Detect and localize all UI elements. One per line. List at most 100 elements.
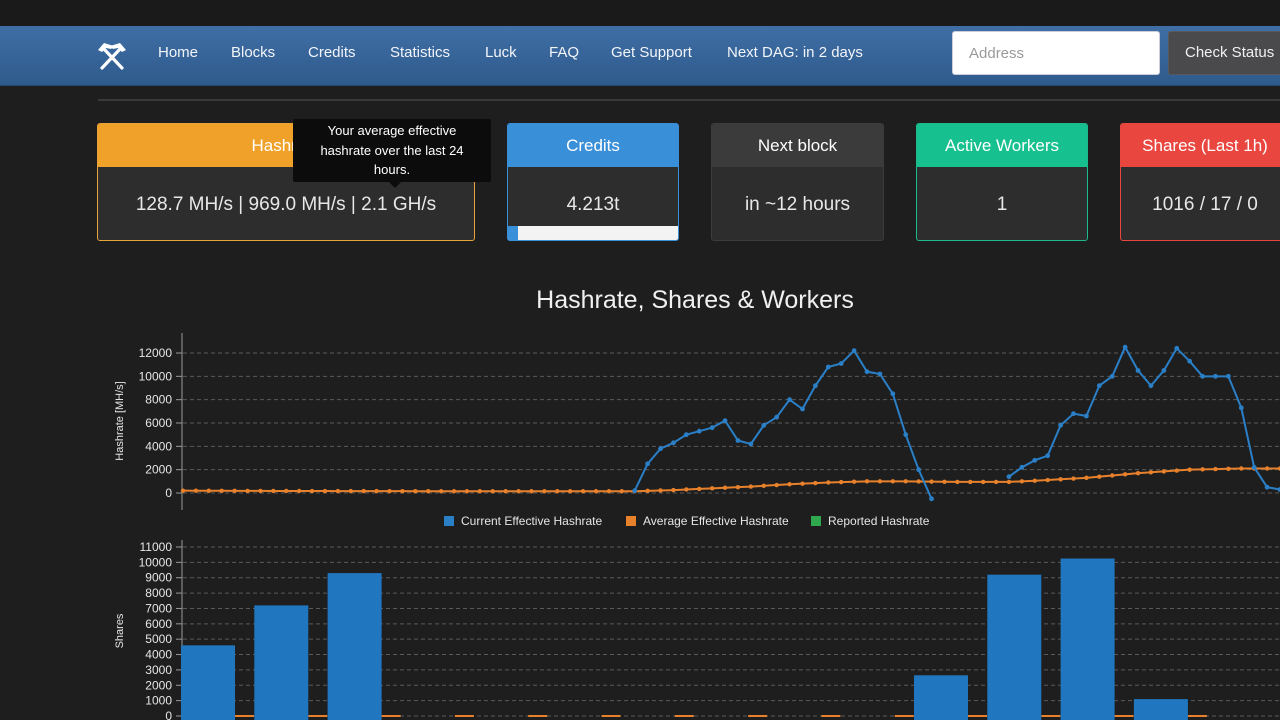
current-hashrate-point xyxy=(1084,413,1089,419)
current-hashrate-point xyxy=(1148,383,1154,389)
shares-tick-label: 7000 xyxy=(145,601,172,615)
average-hashrate-point xyxy=(709,486,715,491)
average-hashrate-point xyxy=(645,488,650,494)
shares-tick-label: 2000 xyxy=(145,678,172,692)
current-hashrate-point xyxy=(890,391,896,397)
average-hashrate-point xyxy=(361,488,366,494)
current-hashrate-point xyxy=(1213,373,1218,379)
average-hashrate-point xyxy=(980,479,986,485)
hashrate-tick-label: 6000 xyxy=(145,416,172,430)
average-hashrate-point xyxy=(839,479,844,485)
current-hashrate-point xyxy=(812,383,818,389)
current-hashrate-point xyxy=(1200,373,1205,379)
average-hashrate-point xyxy=(684,487,689,492)
current-hashrate-point xyxy=(916,467,922,473)
shares-bar xyxy=(1133,699,1188,720)
shares-stale-bar xyxy=(528,715,548,717)
current-hashrate-point xyxy=(800,406,805,412)
average-hashrate-point xyxy=(567,489,573,494)
average-hashrate-line xyxy=(182,467,1280,493)
average-hashrate-point xyxy=(722,485,728,490)
average-hashrate-point xyxy=(180,488,186,493)
current-hashrate-point xyxy=(761,422,767,428)
shares-stale-bar xyxy=(1114,715,1134,717)
average-hashrate-point xyxy=(1032,478,1037,483)
legend-average-hashrate[interactable]: Average Effective Hashrate xyxy=(643,514,789,528)
shares-stale-bar xyxy=(674,715,694,717)
legend-current-hashrate-swatch xyxy=(444,516,454,526)
shares-tick-label: 11000 xyxy=(140,540,173,554)
average-hashrate-point xyxy=(826,480,831,485)
average-hashrate-point xyxy=(1135,470,1141,476)
average-hashrate-point xyxy=(748,484,754,489)
average-hashrate-point xyxy=(955,479,960,485)
current-hashrate-point xyxy=(722,418,728,424)
average-hashrate-point xyxy=(1264,466,1270,471)
average-hashrate-point xyxy=(697,486,702,492)
average-hashrate-point xyxy=(787,482,792,487)
average-hashrate-point xyxy=(877,479,883,484)
average-hashrate-point xyxy=(929,479,934,484)
current-hashrate-point xyxy=(903,432,909,438)
current-hashrate-point xyxy=(658,446,663,452)
average-hashrate-point xyxy=(503,489,508,494)
average-hashrate-point xyxy=(1200,467,1205,472)
average-hashrate-point xyxy=(348,488,353,494)
shares-bar xyxy=(987,574,1042,720)
shares-tick-label: 0 xyxy=(165,709,172,720)
shares-stale-bar xyxy=(1187,715,1207,717)
current-hashrate-point xyxy=(1135,368,1141,373)
average-hashrate-point xyxy=(1058,477,1063,482)
shares-bar xyxy=(1060,558,1115,720)
hashrate-tick-label: 2000 xyxy=(145,463,172,477)
average-hashrate-point xyxy=(1226,466,1231,471)
average-hashrate-point xyxy=(1084,475,1089,481)
average-hashrate-point xyxy=(1045,477,1050,483)
current-hashrate-point xyxy=(645,461,651,467)
legend-average-hashrate-swatch xyxy=(626,516,636,526)
average-hashrate-point xyxy=(206,488,212,493)
average-hashrate-point xyxy=(735,484,741,490)
current-hashrate-point xyxy=(1161,368,1167,373)
average-hashrate-point xyxy=(606,489,612,494)
average-hashrate-point xyxy=(580,489,586,494)
average-hashrate-point xyxy=(813,480,818,486)
shares-stale-bar xyxy=(968,715,987,717)
average-hashrate-point xyxy=(1148,470,1154,475)
shares-stale-bar xyxy=(601,715,621,717)
average-hashrate-point xyxy=(232,488,237,494)
average-hashrate-point xyxy=(438,489,444,494)
current-hashrate-point xyxy=(748,441,754,447)
current-hashrate-line xyxy=(633,349,933,500)
average-hashrate-point xyxy=(258,488,263,494)
legend-reported-hashrate[interactable]: Reported Hashrate xyxy=(828,514,930,528)
average-hashrate-point xyxy=(1071,476,1076,481)
average-hashrate-point xyxy=(916,479,921,484)
average-hashrate-point xyxy=(1187,467,1192,472)
average-hashrate-point xyxy=(774,482,779,488)
average-hashrate-point xyxy=(335,488,341,494)
current-hashrate-point xyxy=(1058,422,1063,428)
average-hashrate-point xyxy=(1174,468,1179,473)
average-hashrate-point xyxy=(245,488,250,494)
shares-tick-label: 3000 xyxy=(145,663,172,677)
hashrate-tick-label: 10000 xyxy=(139,369,173,383)
current-hashrate-point xyxy=(1071,411,1076,417)
average-hashrate-point xyxy=(542,489,547,494)
current-hashrate-point xyxy=(1251,464,1257,470)
average-hashrate-point xyxy=(1006,479,1012,485)
shares-stale-bar xyxy=(454,715,474,717)
average-hashrate-point xyxy=(322,488,328,494)
shares-tick-label: 10000 xyxy=(139,555,173,569)
current-hashrate-point xyxy=(1187,358,1193,364)
current-hashrate-point xyxy=(683,432,689,438)
current-hashrate-point xyxy=(1109,373,1115,379)
current-hashrate-point xyxy=(1032,457,1038,463)
average-hashrate-point xyxy=(490,489,495,494)
current-hashrate-point xyxy=(1045,453,1051,459)
legend-current-hashrate[interactable]: Current Effective Hashrate xyxy=(461,514,603,528)
average-hashrate-point xyxy=(451,489,457,494)
average-hashrate-point xyxy=(890,479,896,484)
current-hashrate-point xyxy=(735,438,741,443)
current-hashrate-point xyxy=(1096,383,1102,389)
